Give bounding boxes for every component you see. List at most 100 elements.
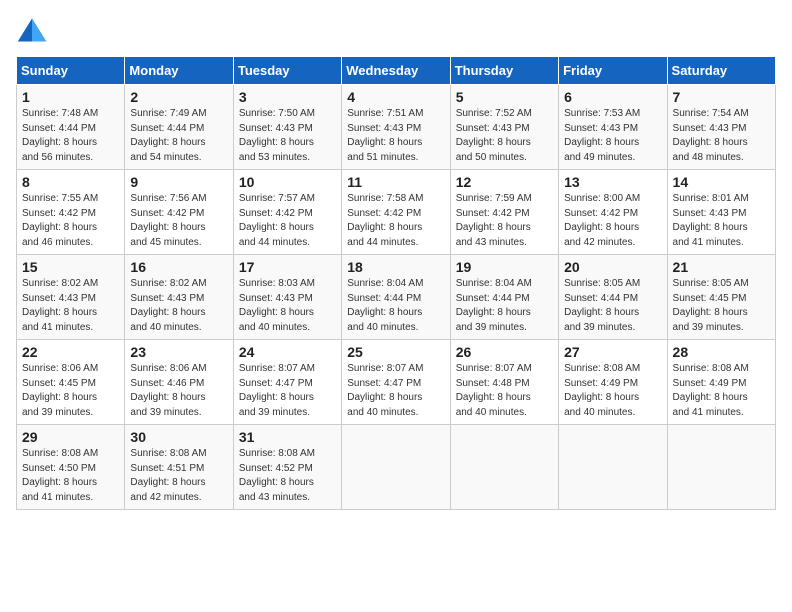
day-number: 11: [347, 174, 444, 190]
day-info: Sunrise: 8:07 AM Sunset: 4:48 PM Dayligh…: [456, 362, 553, 420]
calendar-cell: [559, 425, 667, 510]
day-number: 24: [239, 344, 336, 360]
calendar-cell: 6 Sunrise: 7:53 AM Sunset: 4:43 PM Daylig…: [559, 85, 667, 170]
day-number: 20: [564, 259, 661, 275]
day-info: Sunrise: 8:07 AM Sunset: 4:47 PM Dayligh…: [347, 362, 444, 420]
day-info: Sunrise: 8:04 AM Sunset: 4:44 PM Dayligh…: [456, 277, 553, 335]
day-info: Sunrise: 7:49 AM Sunset: 4:44 PM Dayligh…: [130, 107, 227, 165]
calendar-cell: 11 Sunrise: 7:58 AM Sunset: 4:42 PM Dayli…: [342, 170, 450, 255]
logo-icon: [16, 16, 48, 44]
col-header-monday: Monday: [125, 57, 233, 85]
calendar-cell: 5 Sunrise: 7:52 AM Sunset: 4:43 PM Daylig…: [450, 85, 558, 170]
day-number: 17: [239, 259, 336, 275]
day-info: Sunrise: 7:48 AM Sunset: 4:44 PM Dayligh…: [22, 107, 119, 165]
day-info: Sunrise: 8:08 AM Sunset: 4:50 PM Dayligh…: [22, 447, 119, 505]
day-number: 1: [22, 89, 119, 105]
day-info: Sunrise: 7:58 AM Sunset: 4:42 PM Dayligh…: [347, 192, 444, 250]
day-number: 21: [673, 259, 770, 275]
day-number: 7: [673, 89, 770, 105]
calendar-cell: 31Sunrise: 8:08 AM Sunset: 4:52 PM Dayli…: [233, 425, 341, 510]
day-info: Sunrise: 8:07 AM Sunset: 4:47 PM Dayligh…: [239, 362, 336, 420]
day-number: 28: [673, 344, 770, 360]
day-number: 8: [22, 174, 119, 190]
day-number: 29: [22, 429, 119, 445]
day-number: 6: [564, 89, 661, 105]
day-info: Sunrise: 7:52 AM Sunset: 4:43 PM Dayligh…: [456, 107, 553, 165]
day-number: 19: [456, 259, 553, 275]
day-info: Sunrise: 8:05 AM Sunset: 4:44 PM Dayligh…: [564, 277, 661, 335]
day-info: Sunrise: 7:54 AM Sunset: 4:43 PM Dayligh…: [673, 107, 770, 165]
calendar-week-2: 8 Sunrise: 7:55 AM Sunset: 4:42 PM Daylig…: [17, 170, 776, 255]
calendar-cell: 18 Sunrise: 8:04 AM Sunset: 4:44 PM Dayli…: [342, 255, 450, 340]
col-header-thursday: Thursday: [450, 57, 558, 85]
calendar-cell: 2 Sunrise: 7:49 AM Sunset: 4:44 PM Daylig…: [125, 85, 233, 170]
day-info: Sunrise: 8:03 AM Sunset: 4:43 PM Dayligh…: [239, 277, 336, 335]
calendar-cell: 26 Sunrise: 8:07 AM Sunset: 4:48 PM Dayli…: [450, 340, 558, 425]
calendar-cell: 20 Sunrise: 8:05 AM Sunset: 4:44 PM Dayli…: [559, 255, 667, 340]
calendar-cell: [342, 425, 450, 510]
day-info: Sunrise: 8:05 AM Sunset: 4:45 PM Dayligh…: [673, 277, 770, 335]
calendar-week-3: 15Sunrise: 8:02 AM Sunset: 4:43 PM Dayli…: [17, 255, 776, 340]
calendar-cell: 4Sunrise: 7:51 AM Sunset: 4:43 PM Daylig…: [342, 85, 450, 170]
day-info: Sunrise: 8:08 AM Sunset: 4:52 PM Dayligh…: [239, 447, 336, 505]
calendar-cell: 19 Sunrise: 8:04 AM Sunset: 4:44 PM Dayli…: [450, 255, 558, 340]
col-header-sunday: Sunday: [17, 57, 125, 85]
calendar-table: SundayMondayTuesdayWednesdayThursdayFrid…: [16, 56, 776, 510]
day-number: 25: [347, 344, 444, 360]
col-header-wednesday: Wednesday: [342, 57, 450, 85]
calendar-cell: 1 Sunrise: 7:48 AM Sunset: 4:44 PM Daylig…: [17, 85, 125, 170]
calendar-cell: 17 Sunrise: 8:03 AM Sunset: 4:43 PM Dayli…: [233, 255, 341, 340]
day-number: 22: [22, 344, 119, 360]
day-number: 23: [130, 344, 227, 360]
page-header: [16, 16, 776, 44]
calendar-cell: 25 Sunrise: 8:07 AM Sunset: 4:47 PM Dayli…: [342, 340, 450, 425]
day-info: Sunrise: 7:59 AM Sunset: 4:42 PM Dayligh…: [456, 192, 553, 250]
day-info: Sunrise: 7:57 AM Sunset: 4:42 PM Dayligh…: [239, 192, 336, 250]
day-number: 26: [456, 344, 553, 360]
calendar-cell: 16 Sunrise: 8:02 AM Sunset: 4:43 PM Dayli…: [125, 255, 233, 340]
day-number: 30: [130, 429, 227, 445]
calendar-cell: 10 Sunrise: 7:57 AM Sunset: 4:42 PM Dayli…: [233, 170, 341, 255]
day-info: Sunrise: 8:02 AM Sunset: 4:43 PM Dayligh…: [130, 277, 227, 335]
calendar-cell: 22 Sunrise: 8:06 AM Sunset: 4:45 PM Dayli…: [17, 340, 125, 425]
day-info: Sunrise: 8:04 AM Sunset: 4:44 PM Dayligh…: [347, 277, 444, 335]
day-info: Sunrise: 8:08 AM Sunset: 4:51 PM Dayligh…: [130, 447, 227, 505]
day-number: 5: [456, 89, 553, 105]
col-header-saturday: Saturday: [667, 57, 775, 85]
calendar-cell: 8 Sunrise: 7:55 AM Sunset: 4:42 PM Daylig…: [17, 170, 125, 255]
calendar-cell: 29 Sunrise: 8:08 AM Sunset: 4:50 PM Dayli…: [17, 425, 125, 510]
day-number: 9: [130, 174, 227, 190]
day-info: Sunrise: 8:02 AM Sunset: 4:43 PM Dayligh…: [22, 277, 119, 335]
calendar-cell: [667, 425, 775, 510]
day-number: 16: [130, 259, 227, 275]
day-info: Sunrise: 8:08 AM Sunset: 4:49 PM Dayligh…: [564, 362, 661, 420]
day-info: Sunrise: 8:00 AM Sunset: 4:42 PM Dayligh…: [564, 192, 661, 250]
col-header-friday: Friday: [559, 57, 667, 85]
calendar-week-5: 29 Sunrise: 8:08 AM Sunset: 4:50 PM Dayli…: [17, 425, 776, 510]
calendar-cell: 28 Sunrise: 8:08 AM Sunset: 4:49 PM Dayli…: [667, 340, 775, 425]
day-number: 2: [130, 89, 227, 105]
day-info: Sunrise: 8:06 AM Sunset: 4:45 PM Dayligh…: [22, 362, 119, 420]
day-number: 18: [347, 259, 444, 275]
day-number: 10: [239, 174, 336, 190]
calendar-cell: 12 Sunrise: 7:59 AM Sunset: 4:42 PM Dayli…: [450, 170, 558, 255]
calendar-cell: 15Sunrise: 8:02 AM Sunset: 4:43 PM Dayli…: [17, 255, 125, 340]
calendar-cell: 30 Sunrise: 8:08 AM Sunset: 4:51 PM Dayli…: [125, 425, 233, 510]
calendar-cell: 13 Sunrise: 8:00 AM Sunset: 4:42 PM Dayli…: [559, 170, 667, 255]
calendar-cell: 27Sunrise: 8:08 AM Sunset: 4:49 PM Dayli…: [559, 340, 667, 425]
calendar-cell: 21 Sunrise: 8:05 AM Sunset: 4:45 PM Dayli…: [667, 255, 775, 340]
day-info: Sunrise: 7:55 AM Sunset: 4:42 PM Dayligh…: [22, 192, 119, 250]
calendar-cell: 14Sunrise: 8:01 AM Sunset: 4:43 PM Dayli…: [667, 170, 775, 255]
day-info: Sunrise: 7:53 AM Sunset: 4:43 PM Dayligh…: [564, 107, 661, 165]
day-info: Sunrise: 8:01 AM Sunset: 4:43 PM Dayligh…: [673, 192, 770, 250]
calendar-cell: [450, 425, 558, 510]
day-info: Sunrise: 7:50 AM Sunset: 4:43 PM Dayligh…: [239, 107, 336, 165]
day-number: 13: [564, 174, 661, 190]
day-number: 3: [239, 89, 336, 105]
calendar-cell: 23Sunrise: 8:06 AM Sunset: 4:46 PM Dayli…: [125, 340, 233, 425]
calendar-cell: 9Sunrise: 7:56 AM Sunset: 4:42 PM Daylig…: [125, 170, 233, 255]
day-number: 4: [347, 89, 444, 105]
day-number: 12: [456, 174, 553, 190]
calendar-week-1: 1 Sunrise: 7:48 AM Sunset: 4:44 PM Daylig…: [17, 85, 776, 170]
day-info: Sunrise: 8:08 AM Sunset: 4:49 PM Dayligh…: [673, 362, 770, 420]
